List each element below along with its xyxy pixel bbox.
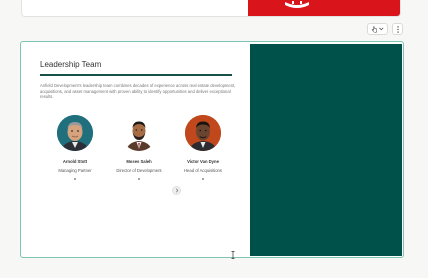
portrait-arnold-stott-icon: [57, 115, 93, 151]
member-role: Managing Partner: [58, 168, 92, 173]
slide-accent-panel: [250, 44, 402, 256]
more-options-button[interactable]: [392, 23, 403, 35]
portrait-victor-van-dyne-icon: [185, 115, 221, 151]
member-role: Head of Acquisitions: [184, 168, 222, 173]
team-member-card: Moses Saleh Director of Development: [104, 115, 174, 180]
portrait-moses-saleh-icon: [121, 115, 157, 151]
slide-description: Anfield Development's leadership team co…: [40, 83, 236, 100]
leadership-slide[interactable]: Leadership Team Anfield Development's le…: [20, 41, 404, 258]
slide-toolbar: [367, 23, 403, 35]
previous-slide-red-panel: [248, 0, 400, 16]
previous-slide[interactable]: [21, 0, 401, 17]
logo-mark-icon: [285, 1, 309, 8]
team-next-button[interactable]: [172, 186, 181, 195]
avatar: [57, 115, 93, 151]
member-role: Director of Development: [116, 168, 162, 173]
chevron-down-icon: [379, 27, 384, 31]
avatar: [185, 115, 221, 151]
member-name: Arnold Stott: [62, 159, 88, 164]
slide-title: Leadership Team: [40, 60, 102, 69]
team-members: Arnold Stott Managing Partner Moses Sale…: [40, 115, 240, 185]
interaction-mode-button[interactable]: [367, 23, 388, 35]
member-link-dot[interactable]: [138, 178, 140, 180]
team-member-card: Arnold Stott Managing Partner: [40, 115, 110, 180]
avatar: [121, 115, 157, 151]
more-vertical-icon: [396, 25, 399, 33]
member-name: Moses Saleh: [126, 159, 152, 164]
member-link-dot[interactable]: [202, 178, 204, 180]
member-link-dot[interactable]: [74, 178, 76, 180]
chevron-right-icon: [175, 188, 178, 193]
member-name: Victor Van Dyne: [187, 159, 219, 164]
hand-pointer-icon: [371, 25, 378, 33]
text-cursor-icon: [231, 251, 235, 259]
team-member-card: Victor Van Dyne Head of Acquisitions: [168, 115, 238, 180]
title-underline: [40, 74, 232, 76]
